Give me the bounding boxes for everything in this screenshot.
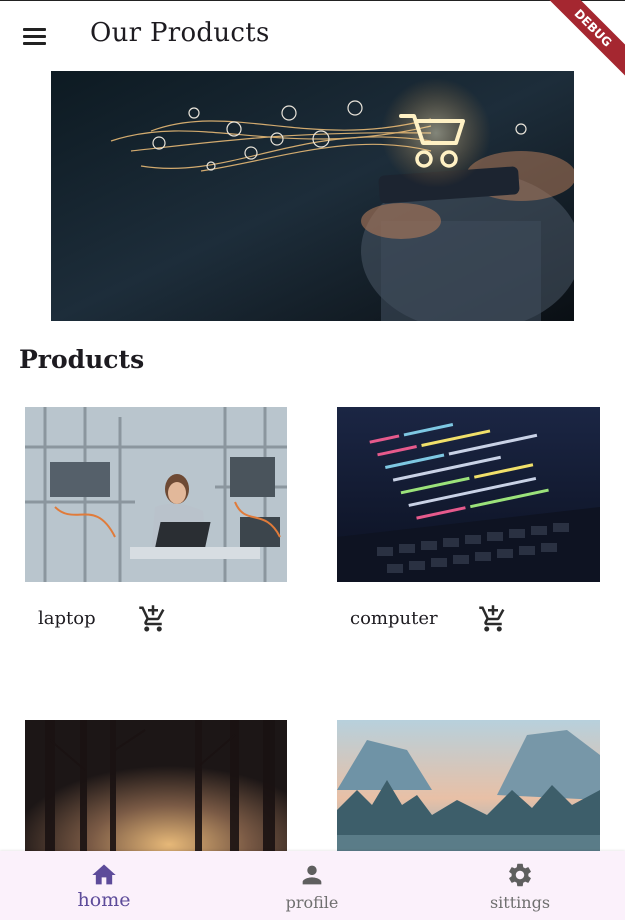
debug-label: DEBUG — [539, 0, 625, 82]
person-icon — [302, 865, 322, 885]
menu-button[interactable] — [22, 25, 48, 47]
app-bar: Our Products — [0, 1, 625, 71]
product-image-computer — [337, 407, 600, 582]
gear-icon — [509, 863, 531, 887]
home-icon — [92, 864, 116, 885]
hero-banner-image — [51, 71, 574, 321]
menu-icon-bar — [23, 42, 46, 45]
add-shopping-cart-icon — [479, 605, 505, 632]
product-image-mountains — [337, 720, 600, 851]
section-title: Products — [19, 345, 145, 374]
menu-icon-bar — [23, 35, 46, 38]
nav-item-profile[interactable]: profile — [208, 851, 416, 920]
menu-icon — [23, 28, 46, 31]
product-image-laptop — [25, 407, 287, 582]
nav-label-home: home — [77, 889, 131, 911]
product-card-laptop[interactable]: laptop — [25, 407, 287, 667]
product-name: computer — [350, 608, 438, 629]
product-card-forest[interactable] — [25, 720, 287, 851]
bottom-navigation-bar: home profile sittings — [0, 851, 625, 920]
add-to-cart-button[interactable] — [138, 604, 168, 634]
nav-label-profile: profile — [285, 893, 339, 912]
product-name: laptop — [38, 608, 96, 629]
product-card-computer[interactable]: computer — [337, 407, 600, 667]
add-to-cart-button[interactable] — [478, 604, 508, 634]
add-shopping-cart-icon — [139, 605, 165, 632]
page-title: Our Products — [90, 18, 270, 48]
product-card-mountains[interactable] — [337, 720, 600, 851]
nav-item-home[interactable]: home — [0, 851, 208, 920]
nav-label-settings: sittings — [489, 893, 551, 912]
nav-item-settings[interactable]: sittings — [416, 851, 624, 920]
product-image-forest — [25, 720, 287, 851]
